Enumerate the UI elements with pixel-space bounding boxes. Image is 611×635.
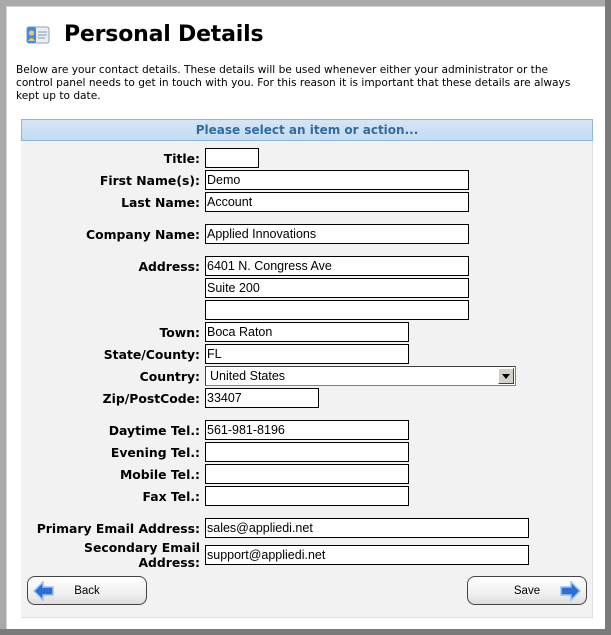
evening-tel-label: Evening Tel.: (110, 444, 200, 460)
address-line2-input[interactable] (205, 278, 469, 298)
address-label: Address: (138, 258, 200, 274)
row-daytime-tel: Daytime Tel.: (21, 420, 409, 440)
row-first-name: First Name(s): (21, 170, 469, 190)
chevron-down-icon[interactable] (498, 368, 514, 384)
company-label: Company Name: (86, 226, 200, 242)
row-zip: Zip/PostCode: (21, 388, 319, 408)
back-button-label: Back (74, 584, 100, 597)
row-address-2 (205, 278, 469, 298)
town-input[interactable] (205, 322, 409, 342)
row-town: Town: (21, 322, 409, 342)
row-address-3 (205, 300, 469, 320)
row-country: Country: United States (21, 366, 516, 386)
arrow-right-icon (559, 580, 582, 602)
zip-input[interactable] (205, 388, 319, 408)
row-secondary-email: Secondary Email Address: (21, 540, 529, 570)
country-select[interactable]: United States (205, 366, 516, 386)
address-line3-input[interactable] (205, 300, 469, 320)
row-last-name: Last Name: (21, 192, 469, 212)
save-button[interactable]: Save (467, 576, 587, 605)
window-border-bottom (0, 629, 611, 635)
secondary-email-label-line2: Address: (138, 555, 200, 570)
title-label: Title: (163, 150, 200, 166)
row-address-1: Address: (21, 256, 469, 276)
secondary-email-label: Secondary Email Address: (21, 540, 205, 570)
row-evening-tel: Evening Tel.: (21, 442, 409, 462)
last-name-input[interactable] (205, 192, 469, 212)
row-fax-tel: Fax Tel.: (21, 486, 409, 506)
daytime-tel-input[interactable] (205, 420, 409, 440)
row-title: Title: (21, 148, 259, 168)
secondary-email-input[interactable] (205, 545, 529, 565)
state-label: State/County: (103, 346, 200, 362)
town-label: Town: (159, 324, 200, 340)
primary-email-label: Primary Email Address: (36, 520, 200, 536)
first-name-input[interactable] (205, 170, 469, 190)
row-state: State/County: (21, 344, 409, 364)
fax-tel-label: Fax Tel.: (142, 488, 200, 504)
row-company: Company Name: (21, 224, 469, 244)
address-line1-input[interactable] (205, 256, 469, 276)
secondary-email-label-line1: Secondary Email (84, 540, 200, 555)
mobile-tel-label: Mobile Tel.: (119, 466, 200, 482)
last-name-label: Last Name: (121, 194, 200, 210)
back-button[interactable]: Back (27, 576, 147, 605)
page-header: Personal Details (26, 22, 264, 47)
country-select-value: United States (210, 369, 286, 383)
state-input[interactable] (205, 344, 409, 364)
contact-card-icon (26, 24, 50, 46)
panel-header: Please select an item or action... (21, 119, 593, 141)
fax-tel-input[interactable] (205, 486, 409, 506)
primary-email-input[interactable] (205, 518, 529, 538)
company-input[interactable] (205, 224, 469, 244)
row-primary-email: Primary Email Address: (21, 518, 529, 538)
title-input[interactable] (205, 148, 259, 168)
daytime-tel-label: Daytime Tel.: (108, 422, 200, 438)
row-mobile-tel: Mobile Tel.: (21, 464, 409, 484)
evening-tel-input[interactable] (205, 442, 409, 462)
country-label: Country: (139, 368, 200, 384)
form-panel: Please select an item or action... Title… (21, 119, 593, 618)
first-name-label: First Name(s): (99, 172, 200, 188)
page-title: Personal Details (64, 22, 264, 47)
zip-label: Zip/PostCode: (102, 390, 200, 406)
intro-text: Below are your contact details. These de… (16, 64, 571, 102)
window-border-right (605, 0, 611, 635)
mobile-tel-input[interactable] (205, 464, 409, 484)
